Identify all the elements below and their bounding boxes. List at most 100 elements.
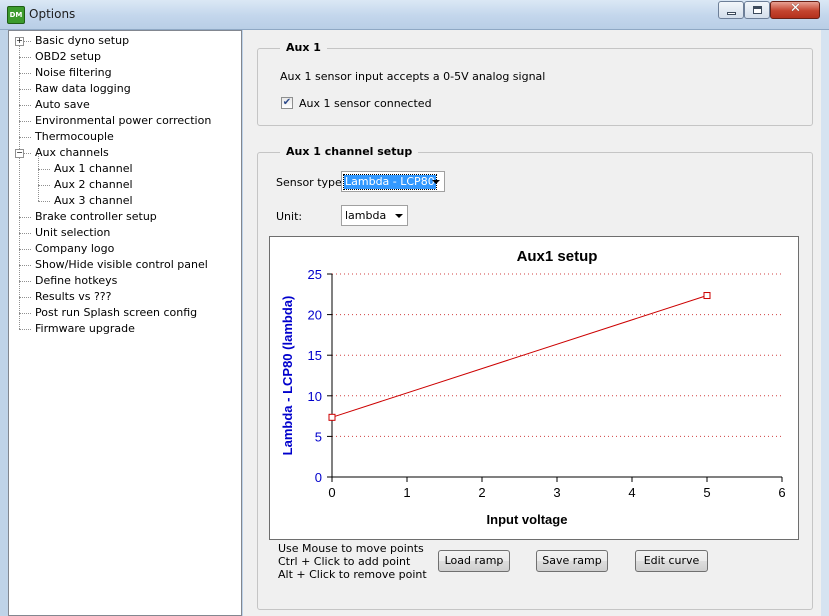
minimize-button[interactable] <box>718 1 744 19</box>
data-point[interactable] <box>703 292 711 300</box>
aux-sensor-checkbox[interactable]: ✔ <box>281 97 293 109</box>
tree-item[interactable]: Brake controller setup <box>9 209 239 225</box>
tree-item[interactable]: Define hotkeys <box>9 273 239 289</box>
tree-item[interactable]: + Basic dyno setup <box>9 33 239 49</box>
tree-item-label: Post run Splash screen config <box>35 306 198 319</box>
y-tick-label: 5 <box>315 429 322 444</box>
tree-item[interactable]: Show/Hide visible control panel <box>9 257 239 273</box>
tree-connector <box>19 89 31 90</box>
x-tick-label: 5 <box>703 485 710 500</box>
series-line <box>331 295 708 418</box>
tree-connector <box>19 57 31 58</box>
tree-connector <box>19 105 31 106</box>
chart-container[interactable]: Aux1 setup 0 5 10 15 20 25 0 1 2 3 4 5 6 Input voltage… <box>269 236 799 540</box>
title-bar: DM Options ✕ <box>0 0 829 30</box>
sensor-type-value: Lambda - LCP80 <box>343 174 437 190</box>
aux-group-title: Aux 1 <box>280 41 327 54</box>
y-tick-label: 15 <box>308 348 322 363</box>
tree-item-label: Basic dyno setup <box>35 34 130 47</box>
chevron-down-icon <box>395 214 403 218</box>
hint-move: Use Mouse to move points <box>278 542 424 555</box>
chevron-down-icon <box>432 180 440 184</box>
unit-label: Unit: <box>276 210 303 223</box>
close-icon: ✕ <box>790 1 801 16</box>
tree-item-label: Aux 3 channel <box>54 194 133 207</box>
aux-groupbox: Aux 1 Aux 1 sensor input accepts a 0-5V … <box>257 41 813 126</box>
x-tick-label: 6 <box>778 485 785 500</box>
tree-item[interactable]: OBD2 setup <box>9 49 239 65</box>
collapse-icon[interactable]: − <box>15 149 24 158</box>
x-tick-label: 1 <box>403 485 410 500</box>
aux-description: Aux 1 sensor input accepts a 0-5V analog… <box>280 70 546 83</box>
tree-item[interactable]: Post run Splash screen config <box>9 305 239 321</box>
tree-connector <box>19 217 31 218</box>
tree-item-label: Firmware upgrade <box>35 322 135 335</box>
tree-item[interactable]: Results vs ??? <box>9 289 239 305</box>
x-tick-label: 0 <box>328 485 335 500</box>
tree-item-label: Aux channels <box>35 146 109 159</box>
tree-item[interactable]: Noise filtering <box>9 65 239 81</box>
close-button[interactable]: ✕ <box>770 1 820 19</box>
tree-item[interactable]: Auto save <box>9 97 239 113</box>
tree-connector <box>19 249 31 250</box>
main-panel: Aux 1 Aux 1 sensor input accepts a 0-5V … <box>243 30 821 616</box>
y-tick-label: 25 <box>308 267 322 282</box>
tree-item[interactable]: Company logo <box>9 241 239 257</box>
sensor-type-label: Sensor type: <box>276 176 346 189</box>
minimize-icon <box>727 12 736 15</box>
tree-item-label: Results vs ??? <box>35 290 112 303</box>
tree-item[interactable]: Raw data logging <box>9 81 239 97</box>
aux1-chart[interactable]: Aux1 setup 0 5 10 15 20 25 0 1 2 3 4 5 6 Input voltage… <box>270 237 798 539</box>
window-title: Options <box>29 7 76 21</box>
tree-connector <box>19 281 31 282</box>
x-axis-label: Input voltage <box>487 512 568 527</box>
tree-item-label: Noise filtering <box>35 66 112 79</box>
tree-connector <box>19 329 31 330</box>
tree-item[interactable]: Aux 1 channel <box>9 161 239 177</box>
data-point[interactable] <box>328 413 336 421</box>
tree-item-label: Thermocouple <box>35 130 114 143</box>
maximize-icon <box>753 6 762 14</box>
tree-connector <box>19 73 31 74</box>
window-right-edge <box>821 30 829 616</box>
channel-setup-groupbox: Aux 1 channel setup Sensor type: Lambda … <box>257 145 813 610</box>
maximize-button[interactable] <box>744 1 770 19</box>
unit-value: lambda <box>345 209 387 222</box>
tree-connector <box>38 185 50 186</box>
tree-item[interactable]: Aux 3 channel <box>9 193 239 209</box>
tree-item-label: Aux 2 channel <box>54 178 133 191</box>
tree-connector <box>38 201 50 202</box>
tree-item[interactable]: Thermocouple <box>9 129 239 145</box>
unit-select[interactable]: lambda <box>341 205 408 226</box>
y-tick-label: 10 <box>308 389 322 404</box>
tree-item[interactable]: − Aux channels <box>9 145 239 161</box>
tree-item-label: Aux 1 channel <box>54 162 133 175</box>
tree-item[interactable]: Aux 2 channel <box>9 177 239 193</box>
checkmark-icon: ✔ <box>282 97 292 108</box>
hint-remove: Alt + Click to remove point <box>278 568 427 581</box>
tree-item[interactable]: Environmental power correction <box>9 113 239 129</box>
options-tree[interactable]: + Basic dyno setup OBD2 setup Noise filteri… <box>8 30 242 616</box>
tree-item-label: Company logo <box>35 242 115 255</box>
edit-curve-button[interactable]: Edit curve <box>635 550 708 572</box>
load-ramp-button[interactable]: Load ramp <box>438 550 510 572</box>
y-tick-label: 0 <box>315 470 322 485</box>
tree-item-label: Brake controller setup <box>35 210 157 223</box>
save-ramp-button[interactable]: Save ramp <box>536 550 608 572</box>
tree-connector <box>19 297 31 298</box>
tree-connector <box>19 265 31 266</box>
tree-item[interactable]: Firmware upgrade <box>9 321 239 337</box>
tree-item[interactable]: Unit selection <box>9 225 239 241</box>
chart-title: Aux1 setup <box>517 248 598 265</box>
sensor-type-select[interactable]: Lambda - LCP80 <box>341 171 445 192</box>
hint-add: Ctrl + Click to add point <box>278 555 411 568</box>
tree-item-label: Auto save <box>35 98 90 111</box>
x-tick-label: 3 <box>553 485 560 500</box>
expand-icon[interactable]: + <box>15 37 24 46</box>
tree-item-label: Raw data logging <box>35 82 131 95</box>
tree-item-label: Environmental power correction <box>35 114 212 127</box>
tree-connector <box>19 313 31 314</box>
y-tick-label: 20 <box>308 308 322 323</box>
tree-item-label: Unit selection <box>35 226 111 239</box>
aux-sensor-checkbox-label[interactable]: Aux 1 sensor connected <box>299 97 432 110</box>
